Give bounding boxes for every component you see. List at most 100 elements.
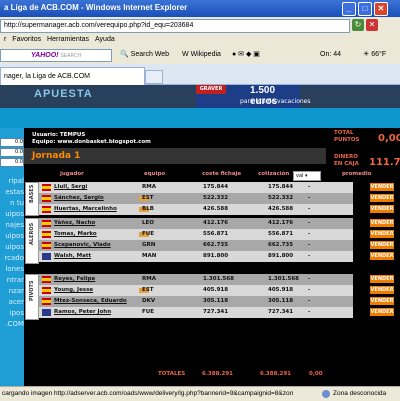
minimize-button[interactable]: _ xyxy=(342,2,356,16)
player-promedio: - xyxy=(308,276,311,282)
search-web-label: Search Web xyxy=(130,51,170,58)
player-name[interactable]: Scepanovic, Vlado xyxy=(54,242,111,248)
sidebar-link[interactable]: uipos xyxy=(0,231,24,242)
menu-item-help[interactable]: Ayuda xyxy=(95,34,115,46)
player-promedio: - xyxy=(308,206,311,212)
refresh-icon[interactable]: ↻ xyxy=(352,19,364,31)
yahoo-toolbar: YAHOO! SEARCH 🔍 Search Web W Wikipedia ●… xyxy=(0,46,400,65)
sidebar-link[interactable]: ntrar xyxy=(0,275,24,286)
sidebar-link[interactable]: acer xyxy=(0,297,24,308)
side-value-box: 0.0 xyxy=(0,148,24,157)
banner-apuesta-text: APUESTA xyxy=(34,88,93,100)
close-button[interactable]: ✕ xyxy=(374,2,388,16)
menu-item-favorites[interactable]: Favoritos xyxy=(12,34,41,46)
wikipedia-button[interactable]: W Wikipedia xyxy=(182,49,221,61)
search-web-button[interactable]: 🔍 Search Web xyxy=(120,49,169,61)
yahoo-search-input[interactable]: YAHOO! SEARCH xyxy=(0,49,112,62)
sidebar-link[interactable]: estas xyxy=(0,187,24,198)
player-team: RMA xyxy=(142,276,156,282)
player-team: GRN xyxy=(142,242,156,248)
player-promedio: - xyxy=(308,287,311,293)
player-promedio: - xyxy=(308,298,311,304)
player-name[interactable]: Sánchez, Sergio xyxy=(54,195,104,201)
sidebar-link[interactable]: ipos xyxy=(0,308,24,319)
sidebar-link[interactable]: uipos xyxy=(0,209,24,220)
player-cost: 305.118 xyxy=(203,298,229,304)
player-name[interactable]: Yáñez, Nacho xyxy=(54,220,95,226)
cash-label: DINERO EN CAJA xyxy=(334,154,359,168)
tab-active[interactable]: nager, la Liga de ACB.COM xyxy=(0,67,145,85)
sell-button[interactable]: VENDER xyxy=(370,241,394,249)
sidebar-link[interactable]: lones xyxy=(0,264,24,275)
menu-item-view[interactable]: r xyxy=(4,34,6,46)
section-bases: BASES xyxy=(25,182,39,216)
player-name[interactable]: Reyes, Felipe xyxy=(54,276,95,282)
section-aleros-label: ALEROS xyxy=(29,222,35,245)
col-equipo[interactable]: equipo xyxy=(144,171,165,177)
player-row: Scepanovic, Vlado GRN 662.735 662.735 - VENDE… xyxy=(24,240,400,251)
ad-banner[interactable]: GRAVER 1.500 euros para irte de vacacion… xyxy=(196,85,311,108)
window-title: a Liga de ACB.COM - Windows Internet Exp… xyxy=(4,3,188,12)
player-cotizacion: 405.918 xyxy=(268,287,294,293)
count-badge[interactable]: On: 44 xyxy=(320,49,341,61)
player-cost: 412.176 xyxy=(203,220,229,226)
globe-icon xyxy=(322,390,330,398)
player-cotizacion: 522.332 xyxy=(268,195,294,201)
player-cotizacion: 1.301.568 xyxy=(268,276,299,282)
user-label: Usuario: TEMPUS xyxy=(32,132,86,138)
player-cotizacion: 662.735 xyxy=(268,242,294,248)
player-name[interactable]: Mtez-Sonseca, Eduardo xyxy=(54,298,127,304)
sell-button[interactable]: VENDER xyxy=(370,275,394,283)
address-bar-row: http://supermanager.acb.com/verequipo.ph… xyxy=(0,17,400,35)
new-tab-button[interactable] xyxy=(145,70,163,84)
player-name[interactable]: Huertas, Marcelinho xyxy=(54,206,117,212)
col-coste[interactable]: coste fichaje xyxy=(202,171,241,177)
page-content: APUESTA GRAVER 1.500 euros para irte de … xyxy=(0,85,400,386)
sort-select[interactable]: val ▾ xyxy=(293,171,321,181)
sidebar-link[interactable]: nzar xyxy=(0,286,24,297)
weather-button[interactable]: ☀ 66°F xyxy=(363,49,386,61)
player-team: MAN xyxy=(142,253,157,259)
player-name[interactable]: Walsh, Matt xyxy=(54,253,91,259)
player-cost: 727.341 xyxy=(203,309,229,315)
player-row: Tomas, Marko FUE 556.871 556.871 - VENDER xyxy=(24,229,400,240)
toolbar-icons[interactable]: ● ✉ ◆ ▣ xyxy=(232,49,260,61)
player-row: Reyes, Felipe RMA 1.301.568 1.301.568 - VENDE… xyxy=(24,274,400,285)
section-pivots-label: PIVOTS xyxy=(29,280,35,301)
maximize-button[interactable]: □ xyxy=(358,2,372,16)
address-buttons: ↻ ✕ xyxy=(352,19,398,31)
player-name[interactable]: Young, Jesse xyxy=(54,287,93,293)
sidebar-link[interactable]: ripal xyxy=(0,176,24,187)
header-stripe xyxy=(0,108,400,128)
sell-button[interactable]: VENDER xyxy=(370,219,394,227)
player-name[interactable]: Ramos, Peter John xyxy=(54,309,111,315)
top-banner: APUESTA GRAVER 1.500 euros para irte de … xyxy=(0,85,400,108)
player-cost: 522.332 xyxy=(203,195,229,201)
sidebar-link[interactable]: najes xyxy=(0,220,24,231)
sell-button[interactable]: VENDER xyxy=(370,252,394,260)
flag-icon xyxy=(42,287,51,294)
sell-button[interactable]: VENDER xyxy=(370,230,394,238)
sidebar-link[interactable]: uipos xyxy=(0,242,24,253)
sell-button[interactable]: VENDER xyxy=(370,297,394,305)
flag-icon xyxy=(42,195,51,202)
menu-item-tools[interactable]: Herramientas xyxy=(47,34,89,46)
sell-button[interactable]: VENDER xyxy=(370,286,394,294)
sell-button[interactable]: VENDER xyxy=(370,308,394,316)
sell-button[interactable]: VENDER xyxy=(370,183,394,191)
sell-button[interactable]: VENDER xyxy=(370,194,394,202)
stop-icon[interactable]: ✕ xyxy=(366,19,378,31)
sidebar-link[interactable]: n tu xyxy=(0,198,24,209)
address-input[interactable]: http://supermanager.acb.com/verequipo.ph… xyxy=(0,19,350,33)
col-jugador[interactable]: jugador xyxy=(60,171,84,177)
player-name[interactable]: Tomas, Marko xyxy=(54,231,97,237)
player-cotizacion: 175.844 xyxy=(268,184,294,190)
sell-button[interactable]: VENDER xyxy=(370,205,394,213)
col-cotizacion[interactable]: cotización xyxy=(258,171,289,177)
jornada-title: Jornada 1 xyxy=(32,151,81,161)
player-cost: 556.871 xyxy=(203,231,229,237)
col-promedio[interactable]: promedio xyxy=(342,171,372,177)
sidebar-link[interactable]: .COM xyxy=(0,319,24,330)
sidebar-link[interactable]: rcado xyxy=(0,253,24,264)
player-name[interactable]: Llull, Sergi xyxy=(54,184,87,190)
